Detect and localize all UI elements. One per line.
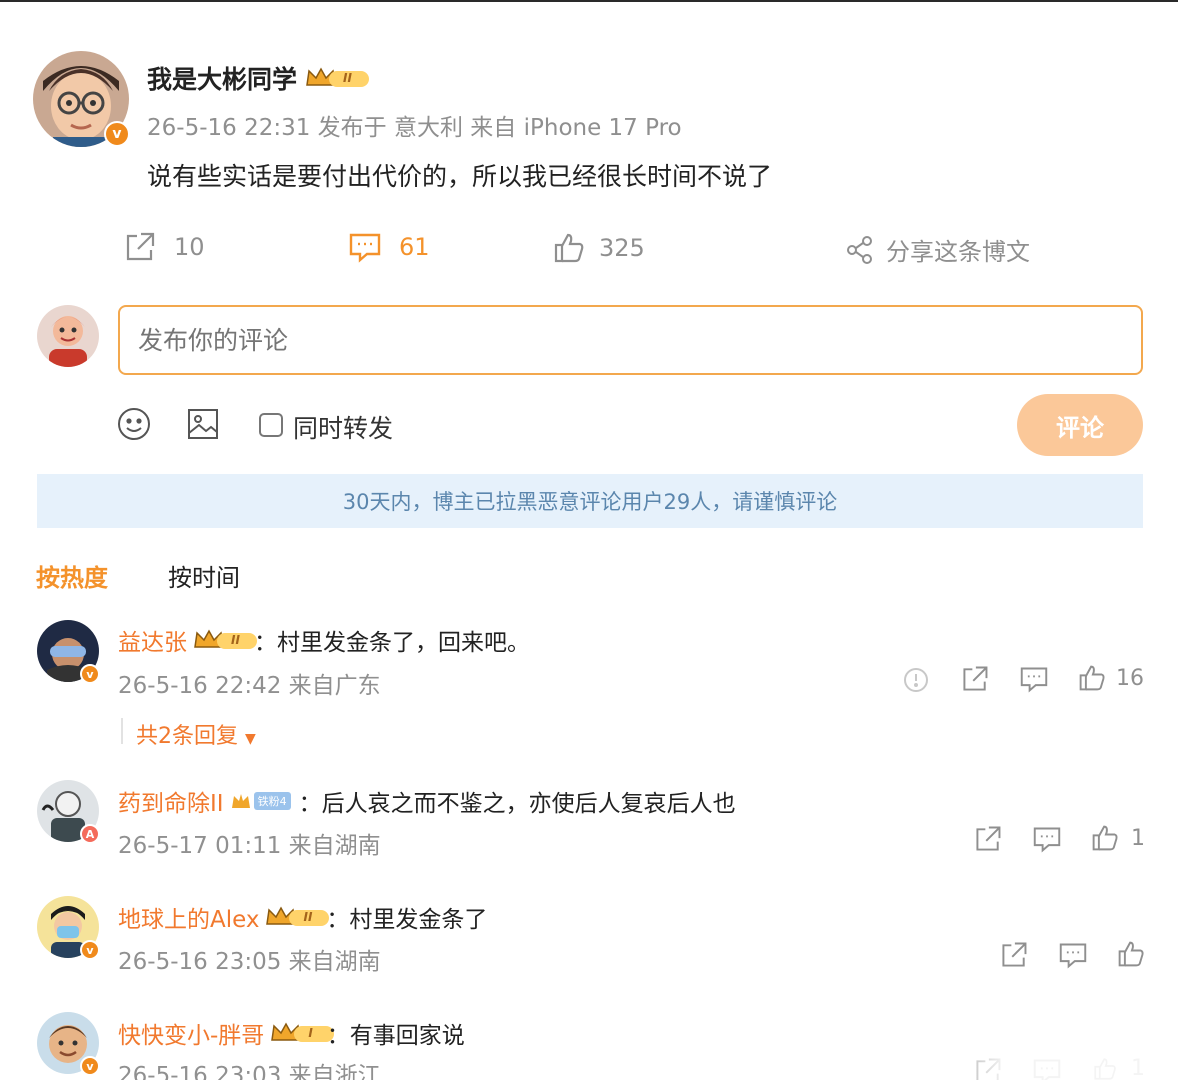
comment-level: II bbox=[303, 910, 313, 924]
comment-author[interactable]: 快快变小-胖哥 bbox=[118, 1016, 264, 1050]
comment-text: ：村里发金条了，回来吧。 bbox=[253, 630, 530, 656]
comment-verified-badge: v bbox=[80, 1056, 100, 1076]
tab-sort-by-time[interactable]: 按时间 bbox=[168, 558, 240, 593]
repost-label: 同时转发 bbox=[293, 414, 394, 443]
emoji-icon[interactable] bbox=[116, 406, 152, 442]
comment-icon bbox=[348, 231, 382, 263]
view-replies-link[interactable]: 共2条回复 ▼ bbox=[136, 718, 256, 750]
author-level: II bbox=[343, 71, 352, 85]
comment-author[interactable]: 药到命除II bbox=[118, 784, 224, 818]
share-label: 分享这条博文 bbox=[886, 238, 1030, 266]
reply-thread-line bbox=[121, 718, 123, 744]
crown-level-icon: I bbox=[270, 1020, 335, 1046]
comment-like-action[interactable]: 16 bbox=[1078, 664, 1144, 692]
comment-icon[interactable] bbox=[1032, 825, 1062, 857]
repost-icon[interactable] bbox=[999, 940, 1029, 974]
repost-icon[interactable] bbox=[960, 664, 990, 698]
repost-icon bbox=[123, 230, 157, 264]
block-notice: 30天内，博主已拉黑恶意评论用户29人，请谨慎评论 bbox=[37, 474, 1143, 528]
comment-author[interactable]: 地球上的Alex bbox=[118, 900, 259, 934]
comment-meta: 26-5-17 01:11 来自湖南 bbox=[118, 833, 381, 859]
comment-like-count: 1 bbox=[1131, 825, 1145, 851]
submit-comment-button[interactable]: 评论 bbox=[1017, 394, 1143, 456]
post-author-name[interactable]: 我是大彬同学 bbox=[147, 60, 297, 96]
thumbs-up-icon bbox=[1091, 824, 1119, 852]
crown-level-icon: II bbox=[305, 65, 370, 91]
comment-count: 61 bbox=[399, 233, 430, 261]
repost-action[interactable]: 10 bbox=[123, 230, 205, 264]
post-text: 说有些实话是要付出代价的，所以我已经很长时间不说了 bbox=[147, 162, 773, 191]
post-author-row: 我是大彬同学 II bbox=[147, 60, 370, 96]
comment-icon[interactable] bbox=[1058, 941, 1088, 973]
comment-meta: 26-5-16 22:42 来自广东 bbox=[118, 673, 381, 699]
verified-badge: v bbox=[104, 121, 130, 147]
comment-author[interactable]: 益达张 bbox=[118, 623, 187, 657]
comment-header: 益达张 II ：村里发金条了，回来吧。 bbox=[118, 623, 530, 657]
top-divider bbox=[0, 0, 1178, 2]
post-meta: 26-5-16 22:31 发布于 意大利 来自 iPhone 17 Pro bbox=[147, 115, 682, 141]
like-count: 325 bbox=[599, 234, 645, 262]
comment-text: ：有事回家说 bbox=[326, 1023, 465, 1049]
repost-checkbox[interactable] bbox=[259, 413, 283, 437]
share-icon bbox=[846, 235, 874, 265]
comment-like-action[interactable] bbox=[1117, 940, 1145, 968]
watermark-fade bbox=[930, 1030, 1178, 1080]
image-icon[interactable] bbox=[185, 406, 221, 442]
comment-header: 快快变小-胖哥 I ：有事回家说 bbox=[118, 1016, 465, 1050]
comment-verified-badge: A bbox=[80, 824, 100, 844]
caret-down-icon: ▼ bbox=[245, 731, 256, 747]
tab-sort-by-hot[interactable]: 按热度 bbox=[36, 558, 108, 593]
comment-level: I bbox=[308, 1026, 313, 1040]
repost-icon[interactable] bbox=[973, 824, 1003, 858]
comment-like-action[interactable]: 1 bbox=[1091, 824, 1145, 852]
comment-verified-badge: v bbox=[80, 664, 100, 684]
repost-count: 10 bbox=[174, 233, 205, 261]
comment-header: 地球上的Alex II ：村里发金条了 bbox=[118, 900, 487, 934]
thumbs-up-icon bbox=[1078, 664, 1106, 692]
report-icon[interactable] bbox=[903, 667, 929, 697]
thumbs-up-icon bbox=[553, 232, 585, 264]
comment-level: II bbox=[231, 633, 240, 647]
comment-verified-badge: v bbox=[80, 940, 100, 960]
comment-like-count: 16 bbox=[1116, 665, 1144, 691]
comment-meta: 26-5-16 23:05 来自湖南 bbox=[118, 949, 381, 975]
comment-meta: 26-5-16 23:03 来自浙江 bbox=[118, 1063, 381, 1080]
comment-icon[interactable] bbox=[1019, 665, 1049, 697]
share-action[interactable]: 分享这条博文 bbox=[846, 232, 1030, 267]
comment-header: 药到命除II 铁粉4 ：后人哀之而不鉴之，亦使后人复哀后人也 bbox=[118, 784, 736, 818]
fan-badge-icon: 铁粉4 bbox=[230, 790, 291, 812]
comment-text: ：后人哀之而不鉴之，亦使后人复哀后人也 bbox=[298, 791, 736, 817]
comment-input[interactable] bbox=[118, 305, 1143, 375]
thumbs-up-icon bbox=[1117, 940, 1145, 968]
current-user-avatar[interactable] bbox=[37, 305, 99, 367]
comment-text: ：村里发金条了 bbox=[326, 907, 488, 933]
like-action[interactable]: 325 bbox=[553, 232, 645, 264]
comment-action[interactable]: 61 bbox=[348, 231, 430, 263]
fan-level-badge: 铁粉4 bbox=[253, 792, 291, 810]
crown-level-icon: II bbox=[265, 904, 330, 930]
crown-level-icon: II bbox=[193, 627, 257, 653]
replies-count-label: 共2条回复 bbox=[136, 724, 238, 749]
